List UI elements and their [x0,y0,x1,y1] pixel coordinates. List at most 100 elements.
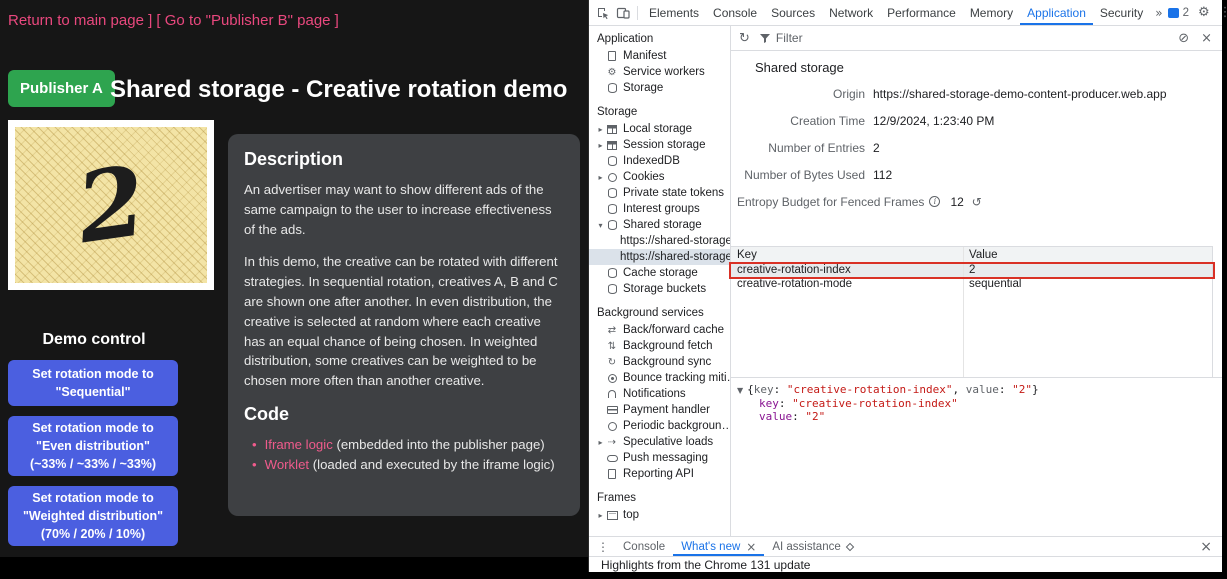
divider [637,6,638,20]
device-toolbar-icon[interactable] [613,0,633,25]
property-name: key [759,397,779,410]
even-distribution-button[interactable]: Set rotation mode to "Even distribution"… [8,416,178,476]
sidebar-item-background-sync[interactable]: ↻Background sync [589,354,730,370]
column-header-value[interactable]: Value [963,249,1212,261]
return-main-link[interactable]: Return to main page [8,12,144,29]
clear-all-icon[interactable]: ⊘ [1178,31,1189,46]
background-fetch-icon: ⇅ [606,340,618,352]
reset-budget-icon[interactable]: ↺ [972,195,982,209]
item-label: Reporting API [623,468,694,480]
tab-security[interactable]: Security [1093,0,1150,25]
drawer-tab-console[interactable]: Console [615,537,673,556]
item-label: top [623,509,639,521]
drawer-tab-ai-assistance[interactable]: AI assistance [764,537,860,556]
weighted-distribution-button[interactable]: Set rotation mode to "Weighted distribut… [8,486,178,546]
iframe-logic-link[interactable]: Iframe logic [265,437,333,452]
expand-arrow-icon[interactable]: ▸ [595,141,606,150]
drawer-tab-whats-new[interactable]: What's new× [673,537,764,556]
publisher-badge: Publisher A [8,70,115,107]
description-para-1: An advertiser may want to show different… [244,180,564,239]
sidebar-item-local-storage[interactable]: ▸Local storage [589,121,730,137]
sidebar-item-reporting-api[interactable]: Reporting API [589,466,730,482]
sidebar-item-bounce-tracking[interactable]: Bounce tracking miti… [589,370,730,386]
sidebar-item-cache-storage[interactable]: Cache storage [589,265,730,281]
close-tab-icon[interactable]: × [746,540,756,554]
sidebar-item-cookies[interactable]: ▸ Cookies [589,169,730,185]
collapse-arrow-icon[interactable]: ▾ [595,221,606,230]
more-options-icon[interactable]: ⋮ [1219,5,1227,20]
drawer-more-icon[interactable]: ⋮ [597,540,609,554]
storage-buckets-icon [608,284,617,294]
page-nav: Return to main page ] [ Go to "Publisher… [8,12,339,29]
column-header-key[interactable]: Key [731,249,963,261]
tab-network[interactable]: Network [822,0,880,25]
expand-arrow-icon[interactable]: ▸ [595,173,606,182]
table-row[interactable]: creative-rotation-mode sequential [731,277,1212,291]
sidebar-item-indexeddb[interactable]: IndexedDB [589,153,730,169]
sidebar-item-speculative-loads[interactable]: ▸⇢Speculative loads [589,434,730,450]
comma: , [952,383,965,396]
sidebar-item-payment-handler[interactable]: Payment handler [589,402,730,418]
cell-key: creative-rotation-mode [731,278,963,290]
caret-down-icon[interactable]: ▼ [737,386,743,395]
sidebar-item-push-messaging[interactable]: Push messaging [589,450,730,466]
colon: : [779,397,792,410]
list-item: Iframe logic (embedded into the publishe… [252,435,564,455]
tab-memory[interactable]: Memory [963,0,1020,25]
sidebar-item-periodic-background-sync[interactable]: Periodic backgroun… [589,418,730,434]
preview-string: "2" [1012,383,1032,396]
expand-arrow-icon[interactable]: ▸ [595,438,606,447]
meta-value: https://shared-storage-demo-content-prod… [873,87,1222,101]
sidebar-item-back-forward-cache[interactable]: ⇄Back/forward cache [589,322,730,338]
meta-label: Number of Entries [731,141,865,155]
tab-elements[interactable]: Elements [642,0,706,25]
sidebar-item-session-storage[interactable]: ▸Session storage [589,137,730,153]
filter-input[interactable]: Filter [759,31,803,45]
meta-row-number-of-entries: Number of Entries 2 [731,134,1222,161]
item-label: Back/forward cache [623,324,724,336]
publisher-b-link[interactable]: Go to "Publisher B" page [165,12,331,29]
expand-arrow-icon[interactable]: ▸ [595,125,606,134]
sidebar-item-storage-buckets[interactable]: Storage buckets [589,281,730,297]
item-label: Storage [623,82,663,94]
tab-sources[interactable]: Sources [764,0,822,25]
issues-counter[interactable]: 2 [1168,7,1189,19]
sequential-mode-button[interactable]: Set rotation mode to "Sequential" [8,360,178,406]
session-storage-icon [607,141,617,150]
sidebar-item-shared-storage-origin-2[interactable]: https://shared-storage… [589,249,730,265]
item-label: Bounce tracking miti… [623,372,731,384]
sidebar-item-manifest[interactable]: Manifest [589,48,730,64]
item-label: Cookies [623,171,665,183]
ad-creative-frame[interactable]: 2 [8,120,214,290]
sidebar-item-top-frame[interactable]: ▸ top [589,507,730,523]
tab-performance[interactable]: Performance [880,0,963,25]
column-divider[interactable] [963,247,964,377]
cache-storage-icon [608,268,617,278]
property-value: "creative-rotation-index" [792,397,958,410]
sidebar-item-shared-storage-origin-1[interactable]: https://shared-storage… [589,233,730,249]
worklet-link[interactable]: Worklet [265,457,309,472]
tab-console[interactable]: Console [706,0,764,25]
frame-icon [607,511,618,520]
sidebar-item-private-state-tokens[interactable]: Private state tokens [589,185,730,201]
inspect-element-icon[interactable] [593,0,613,25]
table-row[interactable]: creative-rotation-index 2 [731,263,1212,277]
expand-arrow-icon[interactable]: ▸ [595,511,606,520]
sidebar-item-service-workers[interactable]: ⚙Service workers [589,64,730,80]
sidebar-item-notifications[interactable]: Notifications [589,386,730,402]
settings-gear-icon[interactable]: ⚙ [1198,5,1210,20]
delete-selected-icon[interactable]: × [1201,31,1212,46]
drawer-tab-label: AI assistance [772,541,840,553]
close-drawer-icon[interactable]: × [1200,539,1216,555]
tab-application[interactable]: Application [1020,0,1093,25]
sidebar-item-storage[interactable]: Storage [589,80,730,96]
sidebar-item-shared-storage[interactable]: ▾Shared storage [589,217,730,233]
sidebar-item-interest-groups[interactable]: Interest groups [589,201,730,217]
more-tabs-icon[interactable]: » [1150,6,1167,20]
shared-storage-panel: ↻ Filter ⊘ × Shared storage Origin https… [731,26,1222,536]
refresh-icon[interactable]: ↻ [739,31,750,46]
shared-storage-table: Key Value creative-rotation-index 2 crea… [731,246,1213,377]
nav-separator: ] [ [144,12,165,29]
sidebar-item-background-fetch[interactable]: ⇅Background fetch [589,338,730,354]
application-sidebar: Application Manifest ⚙Service workers St… [589,26,731,536]
